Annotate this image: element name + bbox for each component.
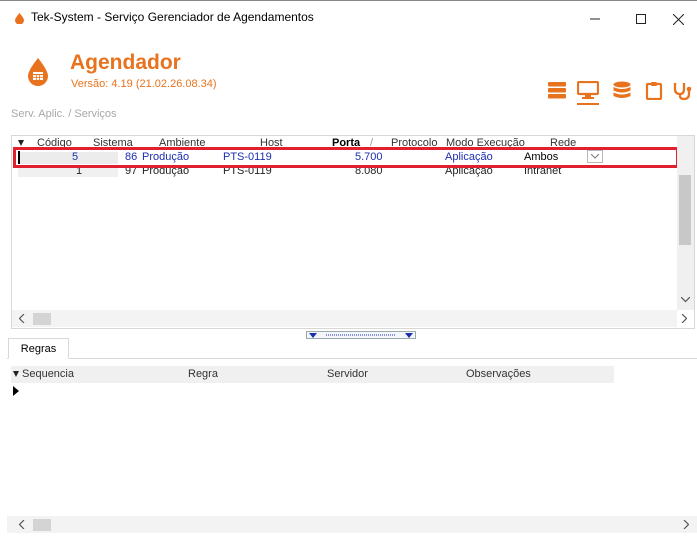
scroll-right-icon[interactable] [683,520,689,529]
sort-indicator-icon[interactable] [13,371,19,377]
database-icon [613,81,631,98]
scroll-right-icon[interactable] [681,314,687,323]
horizontal-scroll-thumb[interactable] [33,519,51,531]
database-button[interactable] [611,80,633,100]
col-header-regra[interactable]: Regra [188,368,218,382]
server-icon [548,82,566,99]
horizontal-scrollbar[interactable] [12,310,677,327]
horizontal-scroll-thumb[interactable] [33,313,51,325]
app-version: Versão: 4.19 (21.02.26.08.34) [71,78,217,90]
vertical-scroll-thumb[interactable] [679,175,691,245]
monitor-icon [577,81,599,99]
splitter-down-icon [405,332,413,338]
clipboard-button[interactable] [643,80,665,100]
splitter-down-icon [309,332,317,338]
tab-strip [7,358,697,359]
app-drop-icon [15,13,24,24]
server-button[interactable] [546,80,568,100]
breadcrumb: Serv. Aplic. / Serviços [11,108,117,120]
window-title: Tek-System - Serviço Gerenciador de Agen… [31,10,314,24]
maximize-icon [636,14,646,24]
col-header-sequencia[interactable]: Sequencia [22,368,74,382]
stethoscope-button[interactable] [672,80,694,100]
horizontal-scrollbar[interactable] [7,516,697,533]
tab-regras[interactable]: Regras [8,338,69,359]
col-header-observacoes[interactable]: Observações [466,368,531,382]
minimize-button[interactable] [572,6,618,32]
splitter-grip-icon [326,334,396,336]
app-name: Agendador [70,51,181,74]
close-icon [672,13,684,25]
close-button[interactable] [655,6,697,32]
scroll-left-icon[interactable] [19,520,25,529]
selected-row-highlight [13,147,679,168]
scroll-down-icon[interactable] [681,297,690,303]
clipboard-icon [645,81,663,100]
sort-indicator-icon[interactable] [18,140,24,146]
col-header-servidor[interactable]: Servidor [327,368,368,382]
panel-splitter[interactable] [306,331,416,339]
minimize-icon [590,18,600,20]
monitor-button[interactable] [577,80,599,105]
app-logo-icon [28,58,48,86]
scroll-left-icon[interactable] [19,314,25,323]
stethoscope-icon [673,82,692,100]
row-pointer-icon [13,386,19,396]
